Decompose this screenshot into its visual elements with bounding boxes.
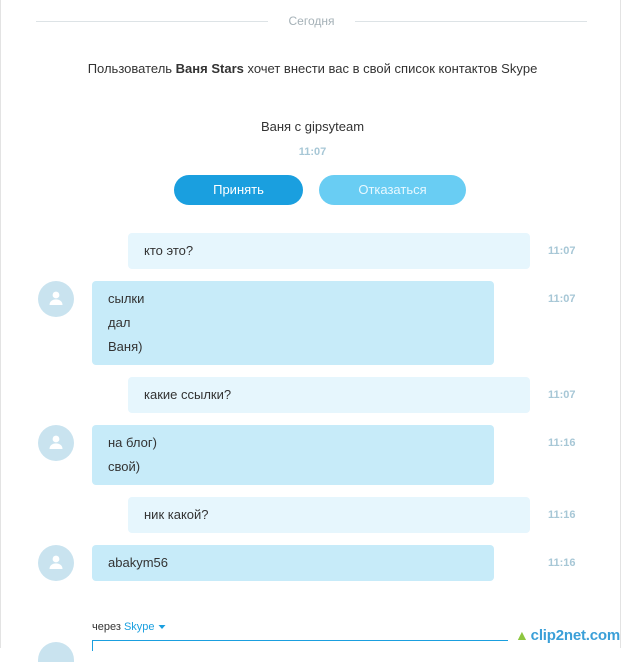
own-avatar[interactable] — [38, 642, 74, 662]
message-bubble-incoming[interactable]: на блог) свой) — [92, 425, 494, 485]
message-time: 11:16 — [548, 557, 576, 569]
request-text-before: Пользователь — [87, 61, 176, 76]
request-user-name[interactable]: Ваня Stars — [176, 61, 244, 76]
message-bubble-outgoing[interactable]: кто это? — [128, 233, 530, 269]
contact-avatar[interactable] — [38, 425, 74, 461]
message-bubble-incoming[interactable]: abakym56 — [92, 545, 494, 581]
window-border-right — [620, 0, 621, 648]
message-time: 11:07 — [548, 245, 576, 257]
message-bubble-outgoing[interactable]: ник какой? — [128, 497, 530, 533]
message-bubble-outgoing[interactable]: какие ссылки? — [128, 377, 530, 413]
message-time: 11:16 — [548, 509, 576, 521]
date-separator-line-left — [36, 21, 268, 22]
message-bubble-incoming[interactable]: сылки дал Ваня) — [92, 281, 494, 365]
contact-avatar[interactable] — [38, 545, 74, 581]
message-line: дал — [108, 315, 131, 330]
send-via-service[interactable]: Skype — [124, 621, 155, 633]
request-text-after: хочет внести вас в свой список контактов… — [243, 61, 538, 76]
message-line: сылки — [108, 291, 145, 306]
contact-request-text: Пользователь Ваня Stars хочет внести вас… — [80, 58, 545, 79]
user-icon — [49, 435, 63, 449]
message-line: abakym56 — [108, 555, 168, 570]
message-line: Ваня) — [108, 339, 143, 354]
user-icon — [49, 555, 63, 569]
date-separator-label: Сегодня — [288, 14, 335, 28]
decline-button[interactable]: Отказаться — [319, 175, 466, 205]
user-icon — [49, 291, 63, 305]
message-time: 11:16 — [548, 437, 576, 449]
message-input[interactable] — [92, 640, 508, 651]
watermark: ▲ clip2net.com — [515, 627, 620, 644]
arrow-up-icon: ▲ — [515, 627, 529, 643]
accept-button[interactable]: Принять — [174, 175, 303, 205]
message-line: на блог) — [108, 435, 157, 450]
send-via-selector[interactable]: через Skype — [92, 621, 166, 633]
date-separator: Сегодня — [0, 12, 621, 32]
watermark-text: clip2net.com — [530, 627, 620, 644]
message-time: 11:07 — [548, 389, 576, 401]
contact-avatar[interactable] — [38, 281, 74, 317]
message-line: кто это? — [144, 243, 194, 258]
message-line: какие ссылки? — [144, 387, 232, 402]
send-via-label: через — [92, 621, 121, 633]
contact-request-time: 11:07 — [298, 146, 327, 158]
message-line: ник какой? — [144, 507, 209, 522]
date-separator-line-right — [355, 21, 587, 22]
message-time: 11:07 — [548, 293, 576, 305]
window-border-left — [0, 0, 1, 648]
chevron-down-icon[interactable] — [158, 624, 166, 630]
contact-request-greeting: Ваня с gipsyteam — [260, 119, 365, 134]
message-line: свой) — [108, 459, 141, 474]
